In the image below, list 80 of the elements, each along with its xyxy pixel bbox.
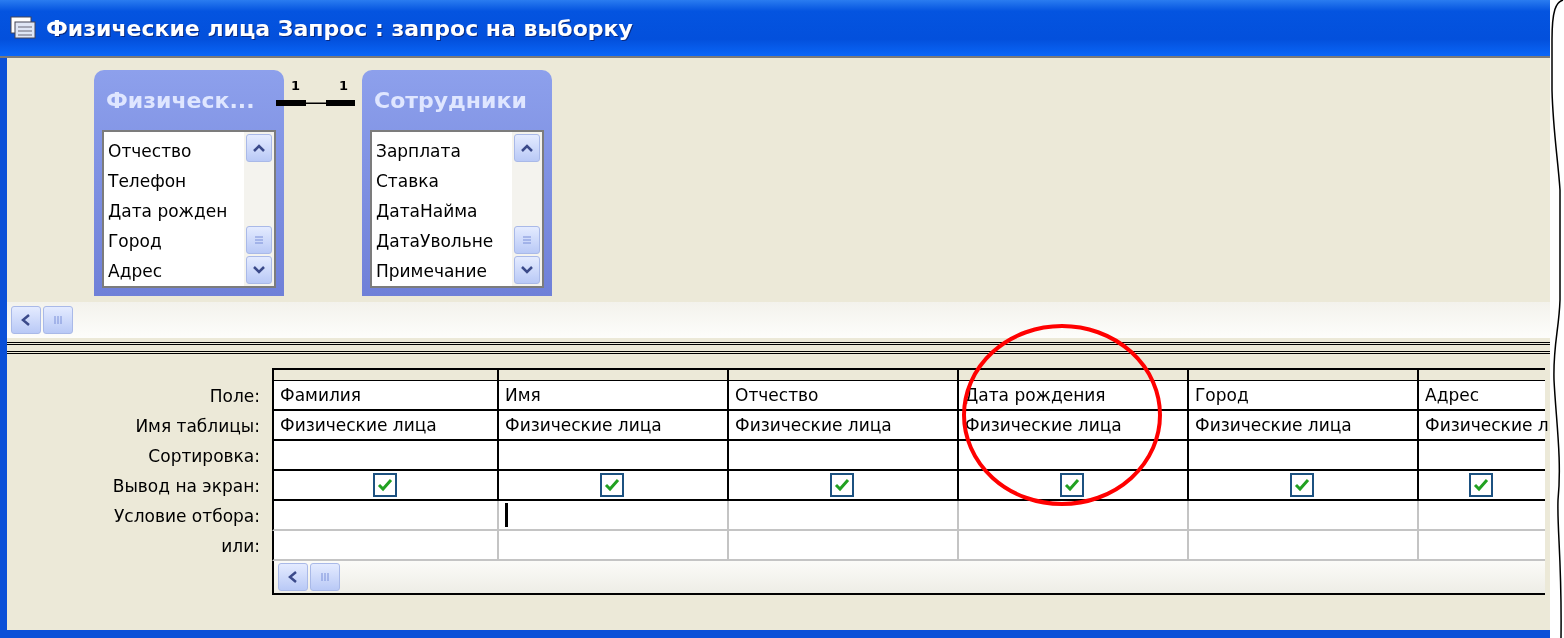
column-selector[interactable] <box>272 368 497 381</box>
scroll-thumb[interactable] <box>514 226 540 254</box>
scroll-up-button[interactable] <box>246 134 272 162</box>
grid-cell[interactable]: Физические лица <box>957 411 1187 441</box>
grid-cell[interactable]: Физические лица <box>272 411 497 441</box>
table-window[interactable]: Физическ... Отчество Телефон Дата рожден Город Адрес <box>94 70 284 296</box>
grid-cell[interactable] <box>272 471 497 501</box>
row-label: Сортировка: <box>147 445 261 468</box>
row-label: Имя таблицы: <box>134 415 261 438</box>
field-item[interactable]: Ставка <box>376 166 512 196</box>
column-selector[interactable] <box>1417 368 1545 381</box>
grid-cell[interactable] <box>497 441 727 471</box>
grid-cell[interactable] <box>957 471 1187 501</box>
table-window[interactable]: Сотрудники Зарплата Ставка ДатаНайма ДатаУвольне Примечание <box>362 70 552 296</box>
chevron-left-icon <box>20 313 32 327</box>
grid-cell[interactable] <box>957 441 1187 471</box>
chevron-up-icon <box>252 143 266 153</box>
grid-cell[interactable]: Имя <box>497 381 727 411</box>
grid-cell[interactable]: Физические лица <box>727 411 957 441</box>
grip-icon <box>253 234 265 246</box>
grip-icon <box>521 234 533 246</box>
grid-cell[interactable] <box>1187 471 1417 501</box>
scroll-left-button[interactable] <box>11 306 41 334</box>
checkbox[interactable] <box>372 473 397 497</box>
chevron-left-icon <box>287 570 299 584</box>
scroll-down-button[interactable] <box>246 256 272 284</box>
query-icon <box>10 16 36 40</box>
grid-cell[interactable]: Фамилия <box>272 381 497 411</box>
column-selector[interactable] <box>1187 368 1417 381</box>
field-item[interactable]: Адрес <box>108 256 244 286</box>
field-item[interactable]: Отчество <box>108 136 244 166</box>
text-cursor <box>505 503 508 527</box>
row-label: Условие отбора: <box>112 505 261 528</box>
scroll-thumb[interactable] <box>310 563 340 591</box>
field-item[interactable]: Зарплата <box>376 136 512 166</box>
field-item[interactable]: Дата рожден <box>108 196 244 226</box>
field-item[interactable]: Город <box>108 226 244 256</box>
grid-cell[interactable] <box>727 441 957 471</box>
grid-cell[interactable] <box>272 441 497 471</box>
field-item[interactable]: ДатаНайма <box>376 196 512 226</box>
scroll-down-button[interactable] <box>514 256 540 284</box>
scroll-thumb[interactable] <box>246 226 272 254</box>
grid-cell[interactable] <box>1187 441 1417 471</box>
grip-icon <box>319 571 331 583</box>
grid-cell[interactable]: Физические лица <box>1187 411 1417 441</box>
field-item[interactable]: ДатаУвольне <box>376 226 512 256</box>
grid-cell[interactable] <box>1417 471 1545 501</box>
field-item[interactable]: Примечание <box>376 256 512 286</box>
chevron-up-icon <box>520 143 534 153</box>
checkbox[interactable] <box>600 473 624 497</box>
scroll-up-button[interactable] <box>514 134 540 162</box>
checkbox[interactable] <box>1469 473 1493 497</box>
grid-cell[interactable] <box>1417 441 1545 471</box>
row-label: Поле: <box>208 385 261 408</box>
chevron-down-icon <box>520 265 534 275</box>
splitter-bar[interactable] <box>7 342 1550 354</box>
grid-cell[interactable]: Адрес <box>1417 381 1545 411</box>
column-selector[interactable] <box>957 368 1187 381</box>
row-label: или: <box>220 535 261 558</box>
grip-icon <box>52 314 64 326</box>
scroll-left-button[interactable] <box>278 563 308 591</box>
grid-cell[interactable] <box>497 471 727 501</box>
window-title: Физические лица Запрос : запрос на выборку <box>46 15 633 41</box>
field-item[interactable]: Телефон <box>108 166 244 196</box>
column-selector[interactable] <box>727 368 957 381</box>
grid-cell[interactable]: Отчество <box>727 381 957 411</box>
column-selector[interactable] <box>497 368 727 381</box>
grid-cell[interactable]: Физические лица <box>497 411 727 441</box>
chevron-down-icon <box>252 265 266 275</box>
relationship-label: 1 <box>339 78 349 93</box>
scroll-thumb[interactable] <box>43 306 73 334</box>
checkbox[interactable] <box>1290 473 1314 497</box>
grid-cell[interactable]: Город <box>1187 381 1417 411</box>
grid-cell[interactable] <box>727 471 957 501</box>
row-label: Вывод на экран: <box>111 475 261 498</box>
table-title: Физическ... <box>105 86 256 115</box>
checkbox[interactable] <box>830 473 854 497</box>
table-title: Сотрудники <box>373 86 528 115</box>
checkbox[interactable] <box>1060 473 1084 497</box>
relationship-label: 1 <box>291 78 301 93</box>
